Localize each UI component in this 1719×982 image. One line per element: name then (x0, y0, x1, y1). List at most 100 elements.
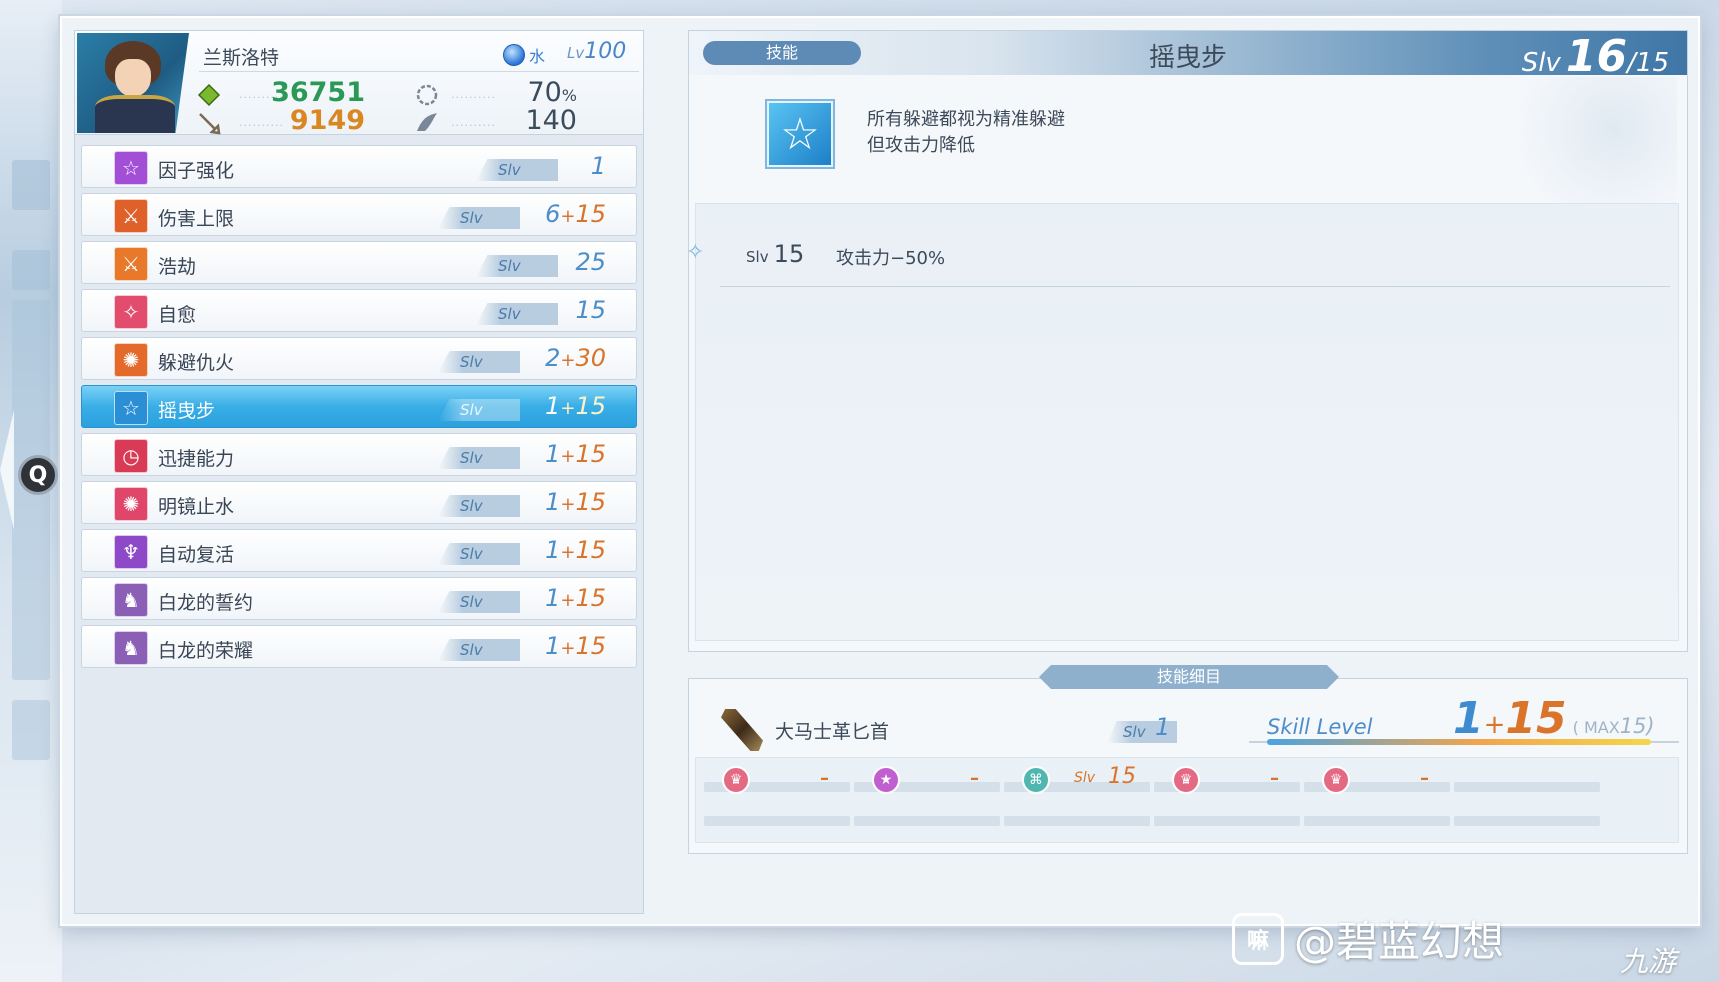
skill-breakdown-panel: 技能细目 大马士革匕首 Slv 1 Skill Level 1+15( MAX1… (688, 665, 1688, 854)
character-level: Lv100 (567, 39, 627, 64)
skill-name: 明镜止水 (158, 496, 235, 518)
skill-name: 白龙的荣耀 (158, 640, 254, 662)
skill-name: 躲避仇火 (158, 352, 235, 374)
skill-slot[interactable]: ★ – (854, 766, 1000, 794)
tab-skill-breakdown[interactable]: 技能细目 (1039, 665, 1339, 689)
skill-slv-label: Slv (438, 399, 520, 421)
effect-level: Slv 15 (746, 240, 805, 268)
skill-row[interactable]: ✺ 躲避仇火 Slv 2+30 (81, 337, 637, 380)
burst-icon: ✺ (114, 343, 148, 377)
skill-detail-panel: 技能 摇曳步 Slv 16/15 ☆ 所有躲避都视为精准躲避 但攻击力降低 ✧ … (686, 30, 1688, 652)
star-outline-icon: ☆ (114, 391, 148, 425)
skill-row[interactable]: ☆ 因子强化 Slv 1 (81, 145, 637, 188)
sparkle-icon: ✧ (114, 295, 148, 329)
skill-slv-label: Slv (476, 303, 558, 325)
dragon-icon: ♞ (114, 631, 148, 665)
star-outline-icon: ☆ (114, 151, 148, 185)
skill-row[interactable]: ✺ 明镜止水 Slv 1+15 (81, 481, 637, 524)
angel-icon: ♆ (114, 535, 148, 569)
slot-lower-bar (1004, 816, 1150, 826)
skill-slot[interactable]: ♛ – (1304, 766, 1450, 794)
hp-gem-icon (197, 83, 221, 107)
weapon-slv-value: 1 (1155, 713, 1171, 741)
slot-lower-bar (854, 816, 1000, 826)
skill-slv-label: Slv (476, 255, 558, 277)
skill-name: 自愈 (158, 304, 197, 326)
skill-slv-label: Slv (438, 543, 520, 565)
skill-slv-value: 1+15 (545, 440, 606, 468)
attack-sword-icon (199, 113, 221, 135)
element-badge: 水 (503, 43, 545, 67)
skill-row[interactable]: ♆ 自动复活 Slv 1+15 (81, 529, 637, 572)
skill-slv-value: 2+30 (545, 344, 606, 372)
skill-slots: ♛ – ★ – ⌘ Slv 15 ♛ – ♛ – (695, 757, 1679, 843)
skill-slv-label: Slv (438, 639, 520, 661)
character-name: 兰斯洛特 (203, 47, 280, 69)
skill-row[interactable]: ◷ 迅捷能力 Slv 1+15 (81, 433, 637, 476)
star-gem-icon: ★ (872, 766, 900, 794)
skill-slv-value: 1+15 (545, 536, 606, 564)
dragon-icon: ♞ (114, 583, 148, 617)
skill-slv-value: 1 (590, 152, 606, 180)
skill-slot[interactable]: ♛ – (1154, 766, 1300, 794)
skill-row[interactable]: ✧ 自愈 Slv 15 (81, 289, 637, 332)
slot-lower-bar (1304, 816, 1450, 826)
pattern-gem-icon: ⌘ (1022, 766, 1050, 794)
skill-slv-value: 15 (575, 296, 606, 324)
skill-name: 摇曳步 (158, 400, 216, 422)
slot-slv-label: Slv (1074, 770, 1096, 786)
slot-value: 15 (1108, 764, 1136, 789)
skill-level-label: Skill Level (1267, 715, 1373, 739)
skill-row[interactable]: ⚔ 伤害上限 Slv 6+15 (81, 193, 637, 236)
skill-slv-value: 25 (575, 248, 606, 276)
stat-value-2: 140 (525, 105, 577, 136)
ornament-decoration (1467, 77, 1677, 207)
skill-row[interactable]: ☆ 摇曳步 Slv 1+15 (81, 385, 637, 428)
skill-name: 浩劫 (158, 256, 197, 278)
skill-row[interactable]: ♞ 白龙的荣耀 Slv 1+15 (81, 625, 637, 668)
crown-gem-icon: ♛ (1172, 766, 1200, 794)
skill-slot[interactable]: ⌘ Slv 15 (1004, 764, 1150, 794)
skill-slv-value: 6+15 (545, 200, 606, 228)
skill-effects-list: ✧ Slv 15 攻击力−50% (686, 203, 1679, 641)
skill-slot[interactable]: ♛ – (704, 766, 850, 794)
wing-icon (417, 113, 437, 131)
skill-slv-value: 1+15 (545, 632, 606, 660)
skill-slot[interactable] (1454, 768, 1600, 792)
skill-row[interactable]: ⚔ 浩劫 Slv 25 (81, 241, 637, 284)
skill-slv-value: 1+15 (545, 392, 606, 420)
slot-lower-bar (704, 816, 850, 826)
watermark-logo: 嘛 (1232, 912, 1284, 965)
skill-window: 兰斯洛特 水 Lv100 ·········· 36751 ··········… (60, 16, 1700, 926)
skill-slv-label: Slv (438, 207, 520, 229)
sword-icon: ⚔ (114, 247, 148, 281)
skill-slv-label: Slv (476, 159, 558, 181)
skill-slv-value: 1+15 (545, 488, 606, 516)
q-button[interactable]: Q (18, 455, 58, 495)
crest-icon (416, 84, 438, 106)
slot-value: – (1420, 768, 1429, 789)
skill-name: 自动复活 (158, 544, 235, 566)
watermark-site: 九游 (1620, 945, 1677, 978)
skill-name: 白龙的誓约 (158, 592, 254, 614)
slot-lower-bar (1154, 816, 1300, 826)
attack-value: 9149 (289, 105, 365, 136)
skill-name: 迅捷能力 (158, 448, 235, 470)
clock-icon: ◷ (114, 439, 148, 473)
swords-icon: ⚔ (114, 199, 148, 233)
skill-list-panel: 兰斯洛特 水 Lv100 ·········· 36751 ··········… (74, 30, 644, 914)
skill-slv-label: Slv (438, 591, 520, 613)
water-element-icon (503, 44, 525, 66)
skill-name: 因子强化 (158, 160, 235, 182)
detail-header: 技能 摇曳步 Slv 16/15 (689, 31, 1687, 82)
skill-row[interactable]: ♞ 白龙的誓约 Slv 1+15 (81, 577, 637, 620)
slot-lower-bar (1454, 816, 1600, 826)
hp-value: 36751 (271, 77, 365, 108)
dagger-icon[interactable] (721, 709, 763, 751)
skill-slv-label: Slv (438, 447, 520, 469)
selected-skill-star-icon: ☆ (767, 101, 833, 167)
crown-gem-icon: ♛ (722, 766, 750, 794)
watermark: 嘛 @碧蓝幻想 (1232, 908, 1504, 969)
weapon-name: 大马士革匕首 (775, 721, 890, 743)
skill-level-total: 1+15( MAX15) (1453, 693, 1655, 744)
